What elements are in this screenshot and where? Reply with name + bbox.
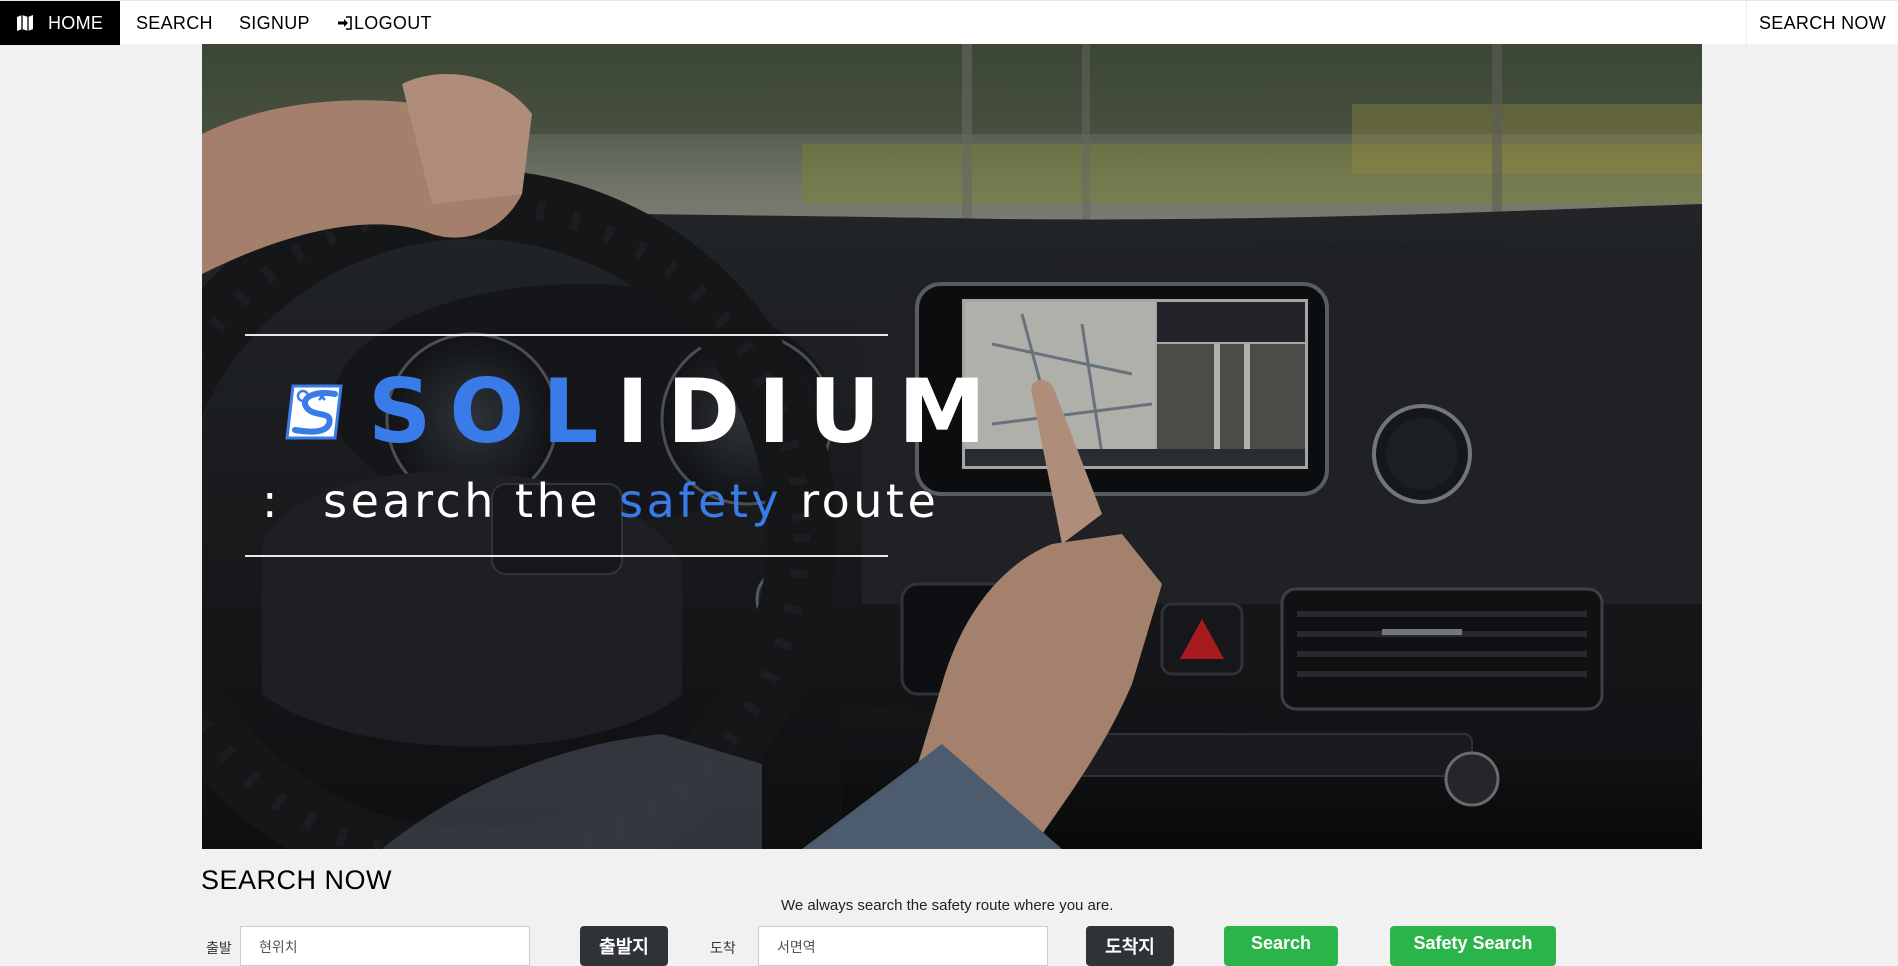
nav-search-now[interactable]: SEARCH NOW xyxy=(1746,1,1898,45)
end-label: 도착 xyxy=(710,940,736,956)
search-button[interactable]: Search xyxy=(1224,926,1338,966)
section-description: We always search the safety route where … xyxy=(781,897,1114,914)
nav-search-now-label: SEARCH NOW xyxy=(1758,12,1886,33)
hero-rule-top xyxy=(245,334,888,336)
end-input[interactable]: 서면역 xyxy=(758,926,1048,966)
brand-wordmark: SOLIDIUM xyxy=(368,362,1004,462)
brand-name-blue: SOL xyxy=(368,360,617,463)
nav-signup-label: SIGNUP xyxy=(239,12,310,33)
hero-rule-bottom xyxy=(245,555,888,557)
brand-name-white: IDIUM xyxy=(616,360,1004,463)
start-point-button[interactable]: 출발지 xyxy=(580,926,668,966)
top-navbar: HOME SEARCH SIGNUP LOGOUT SEARCH NOW xyxy=(0,0,1898,45)
nav-home-label: HOME xyxy=(48,12,104,33)
tagline-post: route xyxy=(800,474,940,528)
safety-search-button[interactable]: Safety Search xyxy=(1390,926,1556,966)
nav-search[interactable]: SEARCH xyxy=(136,1,213,45)
nav-home[interactable]: HOME xyxy=(0,1,120,45)
map-icon xyxy=(17,15,33,31)
start-label: 출발 xyxy=(206,940,232,956)
tagline-pre: search the xyxy=(323,474,602,528)
nav-signup[interactable]: SIGNUP xyxy=(239,1,310,45)
route-logo-icon xyxy=(285,384,343,440)
hero-tagline: : search the safety route xyxy=(262,471,939,531)
nav-logout[interactable]: LOGOUT xyxy=(337,1,432,45)
tagline-colon: : xyxy=(262,474,281,528)
nav-search-label: SEARCH xyxy=(136,12,213,33)
sign-in-icon xyxy=(338,16,352,30)
section-title: SEARCH NOW xyxy=(201,865,393,895)
hero-banner: SOLIDIUM : search the safety route xyxy=(202,44,1702,849)
nav-logout-label: LOGOUT xyxy=(354,12,432,33)
start-input[interactable]: 현위치 xyxy=(240,926,530,966)
end-point-button[interactable]: 도착지 xyxy=(1086,926,1174,966)
tagline-highlight: safety xyxy=(619,474,783,528)
